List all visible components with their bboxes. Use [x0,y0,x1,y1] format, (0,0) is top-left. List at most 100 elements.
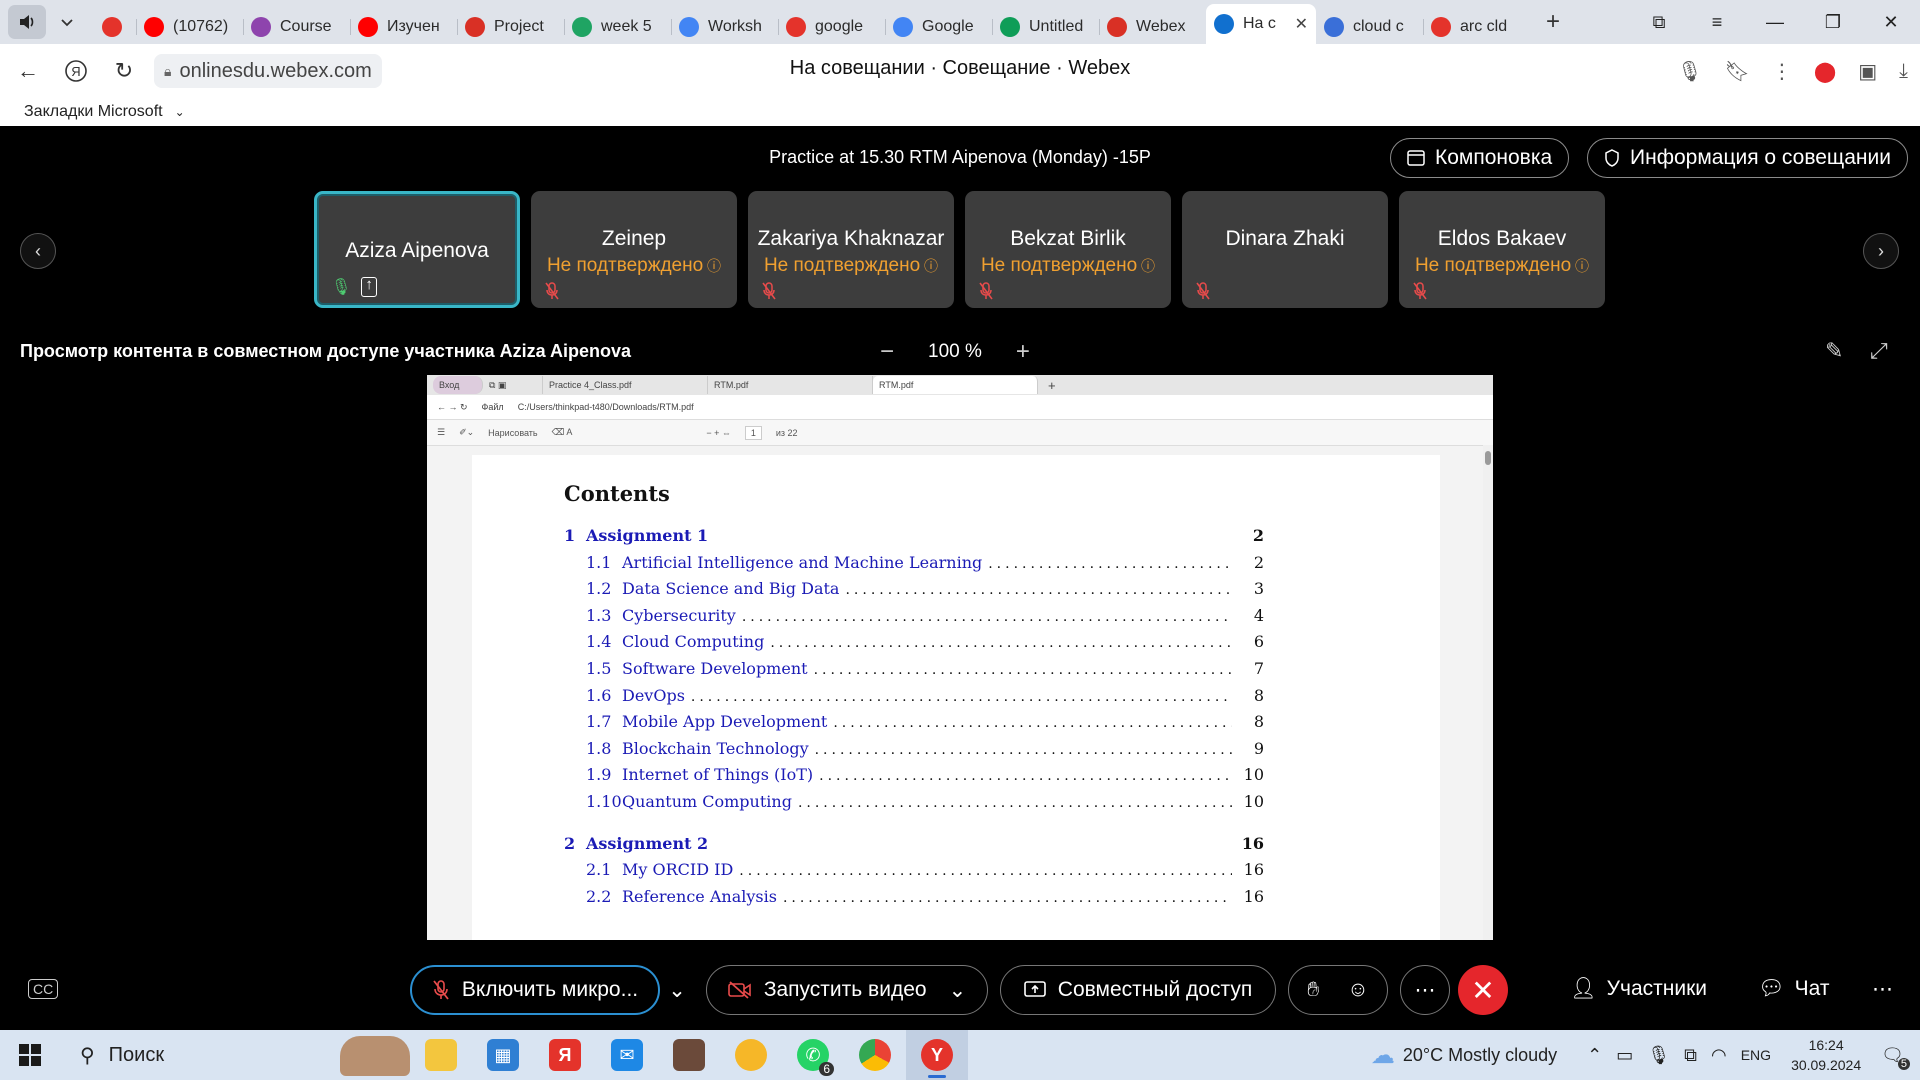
browser-tab[interactable]: На с ✕ [1206,4,1316,44]
help-circle-icon[interactable]: ⓘ [1571,258,1589,274]
toc-entry[interactable]: 1.6 DevOps...............................… [564,686,1264,713]
participants-button[interactable]: 👤︎ Участники [1570,977,1707,1001]
minimize-button[interactable]: — [1746,12,1804,33]
collections-icon[interactable]: ⧉ [1630,12,1688,33]
close-window-button[interactable]: ✕ [1862,12,1920,33]
new-tab-button[interactable]: + [1536,5,1570,39]
yandex-browser-button[interactable]: Y [906,1030,968,1080]
toc-entry[interactable]: 1.1 Artificial Intelligence and Machine L… [564,553,1264,580]
download-icon[interactable]: ⤓ [1899,60,1908,83]
reload-button[interactable]: ↻ [104,51,144,91]
shared-screen[interactable]: Вход ⧉ ▣ Practice 4_Class.pdf RTM.pdf RT… [427,375,1493,940]
chat-button[interactable]: 💬︎ Чат [1758,977,1830,1001]
extensions-icon[interactable]: ▣ [1858,59,1877,84]
zoom-out-button[interactable]: − [880,338,894,366]
bookmark-folder[interactable]: Закладки Microsoft [24,103,163,121]
back-button[interactable]: ← [8,51,48,91]
toc-entry[interactable]: 1.4 Cloud Computing......................… [564,632,1264,659]
leave-meeting-button[interactable]: ✕ [1458,965,1508,1015]
participant-card[interactable]: Zakariya Khaknazar Не подтверждено ⓘ [748,191,954,308]
whatsapp-button[interactable]: ✆ 6 [782,1030,844,1080]
help-circle-icon[interactable]: ⓘ [920,258,938,274]
captions-icon[interactable]: CC [28,979,59,999]
toc-entry[interactable]: 1 Assignment 1 2 [564,526,1264,553]
weather-app-button[interactable] [720,1030,782,1080]
toc-entry[interactable]: 1.5 Software Development.................… [564,659,1264,686]
microphone-icon[interactable]: 🎙︎ [1647,1045,1670,1066]
browser-tab[interactable]: Webex [1099,10,1206,44]
unmute-button[interactable]: Включить микро... [410,965,660,1015]
toc-entry[interactable]: 2 Assignment 2 16 [564,834,1264,861]
menu-icon[interactable]: ≡ [1688,12,1746,33]
annotate-icon[interactable]: ✎ [1825,338,1843,364]
browser-tab[interactable]: Worksh [671,10,778,44]
reactions-icon[interactable]: ☺ [1347,978,1368,1002]
start-video-button[interactable]: Запустить видео ⌄ [706,965,988,1015]
zoom-in-button[interactable]: + [1016,338,1030,366]
chevron-up-icon[interactable]: ⌃ [1587,1045,1602,1066]
pdf-scrollbar[interactable] [1483,445,1493,940]
maximize-button[interactable]: ❐ [1804,12,1862,33]
browser-tab[interactable]: (10762) [136,10,243,44]
clock[interactable]: 16:24 30.09.2024 [1791,1035,1861,1075]
battery-icon[interactable]: ▭ [1616,1045,1633,1066]
file-explorer-button[interactable] [410,1030,472,1080]
audio-options-button[interactable]: ⌄ [660,965,694,1015]
wifi-icon[interactable]: ◠ [1711,1045,1727,1066]
participants-prev-button[interactable]: ‹ [20,233,56,269]
yandex-app-button[interactable]: Я [534,1030,596,1080]
browser-tab[interactable]: week 5 [564,10,671,44]
help-circle-icon[interactable]: ⓘ [1137,258,1155,274]
opera-icon[interactable]: ⬤ [1814,59,1836,84]
overflow-button[interactable]: ⋯ [1872,977,1893,1002]
language-indicator[interactable]: ENG [1741,1047,1771,1063]
browser-tab[interactable]: Изучен [350,10,457,44]
participants-next-button[interactable]: › [1863,233,1899,269]
toc-entry[interactable]: 1.2 Data Science and Big Data............… [564,579,1264,606]
game-button[interactable] [658,1030,720,1080]
raise-hand-icon[interactable]: ✋︎ [1307,978,1319,1002]
url-field[interactable]: 🔒︎ onlinesdu.webex.com [154,54,382,88]
share-button[interactable]: Совместный доступ [1000,965,1276,1015]
toc-entry[interactable]: 1.10 Quantum Computing...................… [564,792,1264,819]
participant-card[interactable]: Eldos Bakaev Не подтверждено ⓘ [1399,191,1605,308]
more-vertical-icon[interactable]: ⋮ [1772,59,1792,84]
weather-text[interactable]: 20°C Mostly cloudy [1403,1045,1557,1066]
layout-button[interactable]: Компоновка [1390,138,1570,178]
close-tab-icon[interactable]: ✕ [1295,14,1308,34]
scroll-thumb[interactable] [1485,451,1491,465]
participant-card[interactable]: Bekzat Birlik Не подтверждено ⓘ [965,191,1171,308]
participant-card[interactable]: Dinara Zhaki [1182,191,1388,308]
taskbar-search[interactable]: ⚲ Поиск [60,1030,410,1080]
toc-entry[interactable]: 1.3 Cybersecurity........................… [564,606,1264,633]
bookmark-icon[interactable]: 🔖︎ [1724,59,1749,84]
chevron-down-icon[interactable]: ⌄ [175,105,185,119]
tab-audio-button[interactable] [8,5,46,39]
meeting-info-button[interactable]: Информация о совещании [1587,138,1908,178]
toc-entry[interactable]: 1.7 Mobile App Development...............… [564,712,1264,739]
toc-entry[interactable]: 2.1 My ORCID ID..........................… [564,860,1264,887]
notifications-icon[interactable]: 🗨︎ 5 [1881,1045,1910,1070]
browser-tab[interactable]: Untitled [992,10,1099,44]
more-options-button[interactable]: ⋯ [1400,965,1450,1015]
yandex-home-button[interactable]: Я [56,51,96,91]
fullscreen-icon[interactable]: ⤢ [1870,338,1888,364]
browser-tab[interactable] [90,10,136,44]
browser-tab[interactable]: arc cld [1423,10,1530,44]
start-button[interactable] [0,1030,60,1080]
participant-card[interactable]: Aziza Aipenova 🎙︎ ↑ [314,191,520,308]
browser-tab[interactable]: Course [243,10,350,44]
ms-store-button[interactable]: ▦ [472,1030,534,1080]
participant-card[interactable]: Zeinep Не подтверждено ⓘ [531,191,737,308]
help-circle-icon[interactable]: ⓘ [703,258,721,274]
toc-entry[interactable]: 1.9 Internet of Things (IoT).............… [564,765,1264,792]
toc-entry[interactable]: 1.8 Blockchain Technology................… [564,739,1264,766]
microphone-icon[interactable]: 🎙︎ [1677,59,1702,84]
browser-tab[interactable]: google [778,10,885,44]
tab-list-button[interactable] [50,5,84,39]
toc-entry[interactable]: 2.2 Reference Analysis...................… [564,887,1264,914]
browser-tab[interactable]: cloud c [1316,10,1423,44]
chrome-button[interactable] [844,1030,906,1080]
browser-tab[interactable]: Google [885,10,992,44]
chevron-down-icon[interactable]: ⌄ [949,978,967,1003]
